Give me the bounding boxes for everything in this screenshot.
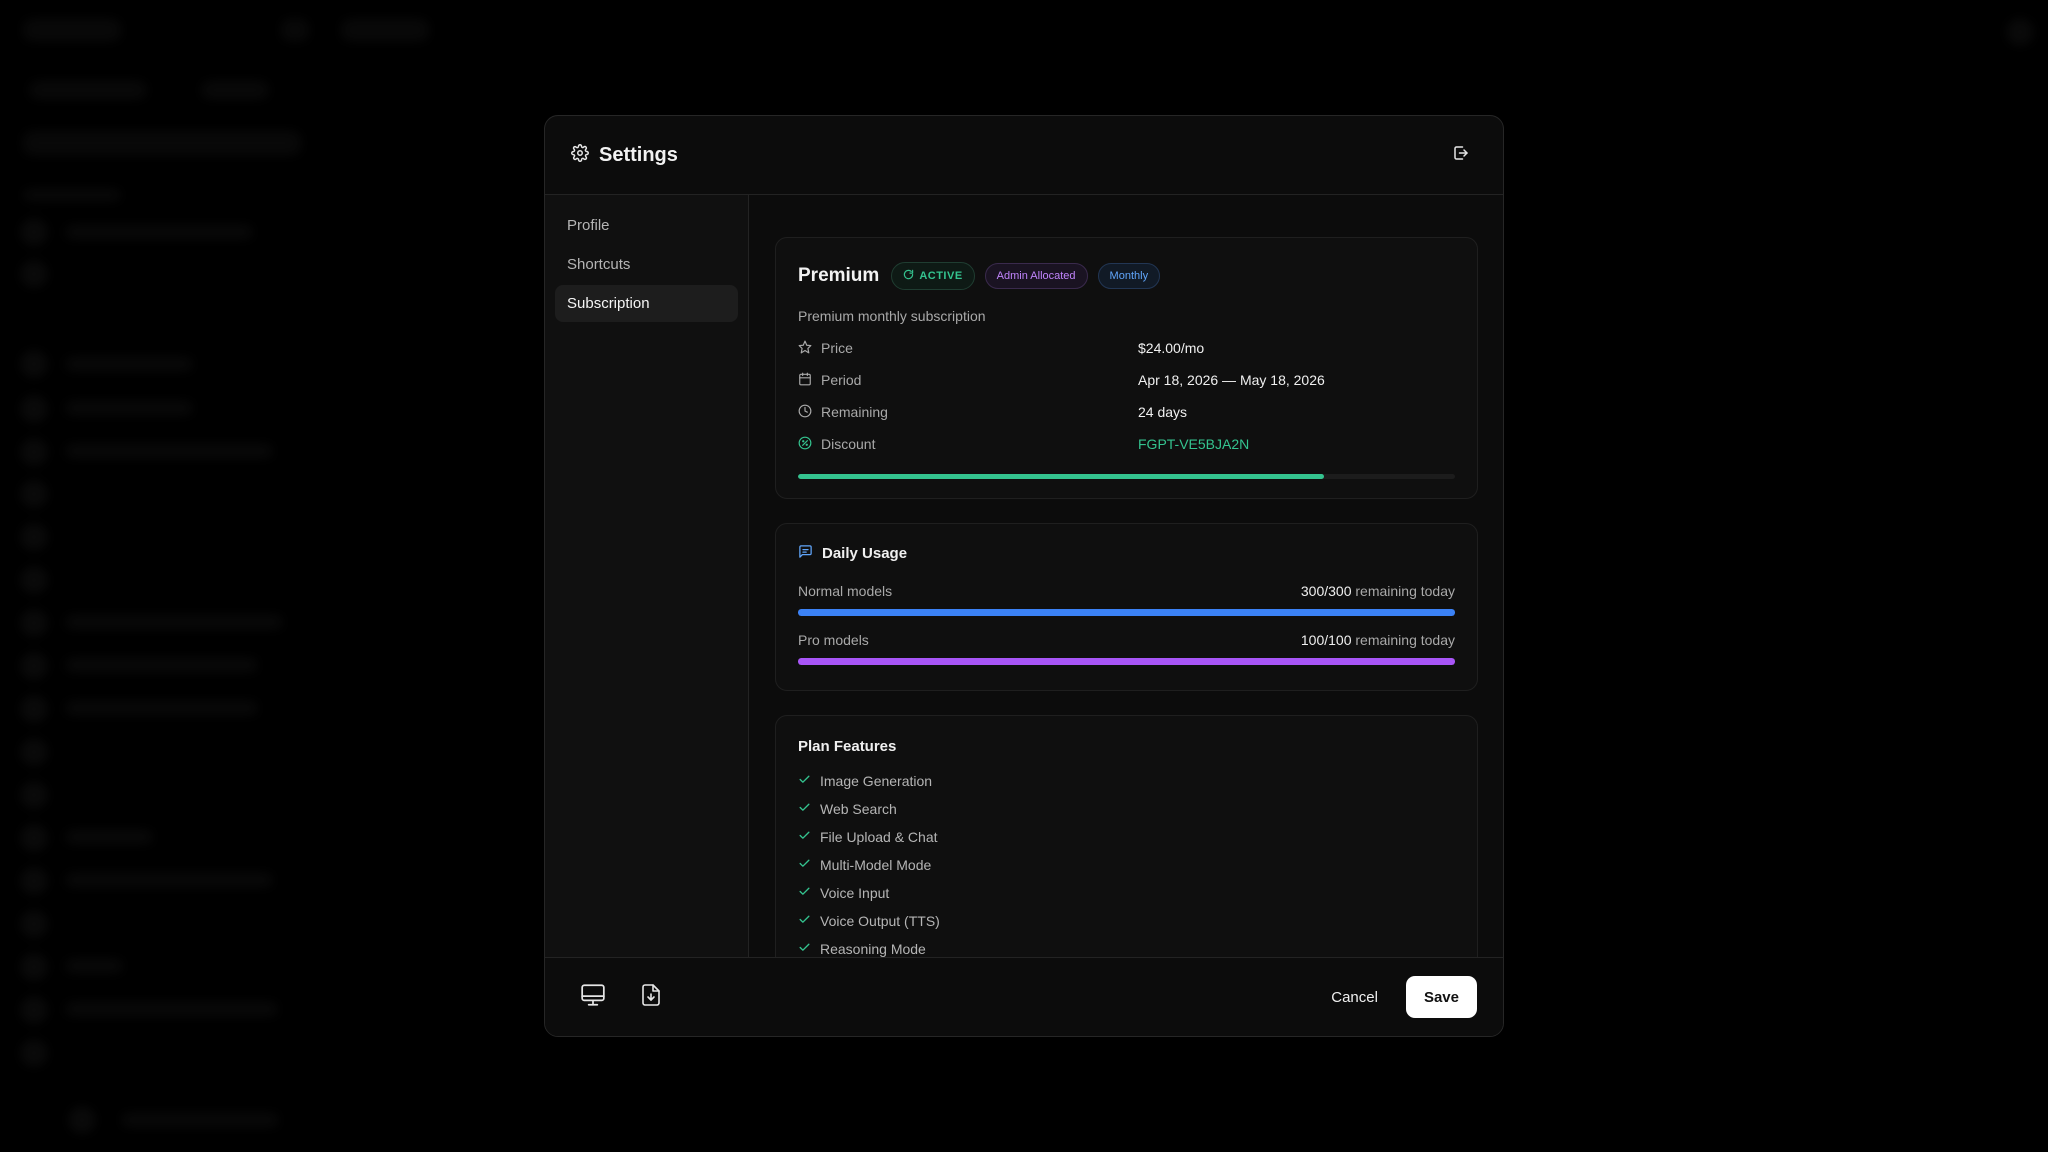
feature-label: File Upload & Chat	[820, 829, 938, 845]
pro-models-count: 100/100	[1300, 632, 1352, 648]
normal-models-count: 300/300	[1300, 583, 1352, 599]
period-label: Period	[821, 372, 862, 388]
pro-models-row: Pro models 100/100 remaining today	[798, 632, 1455, 648]
display-settings-button[interactable]	[577, 981, 609, 1013]
pro-models-track	[798, 658, 1455, 665]
chat-icon	[798, 544, 813, 563]
save-button[interactable]: Save	[1405, 976, 1477, 1018]
check-icon	[798, 941, 811, 957]
monitor-icon	[580, 982, 606, 1013]
price-label-wrap: Price	[798, 340, 1138, 357]
settings-modal: Settings Profile Shortcuts Subscription …	[544, 115, 1504, 1037]
price-value: $24.00/mo	[1138, 340, 1205, 356]
check-icon	[798, 829, 811, 845]
normal-models-bar	[798, 609, 1455, 616]
clock-icon	[798, 404, 812, 421]
modal-footer: Cancel Save	[545, 957, 1503, 1036]
feature-item: Voice Output (TTS)	[798, 907, 1455, 935]
discount-icon	[798, 436, 812, 453]
settings-sidebar: Profile Shortcuts Subscription	[545, 195, 749, 958]
plan-features-title: Plan Features	[798, 738, 897, 755]
remaining-label-wrap: Remaining	[798, 404, 1138, 421]
plan-card: Premium ACTIVE Admin Allocated Monthly P…	[775, 237, 1478, 499]
feature-label: Reasoning Mode	[820, 941, 926, 957]
daily-usage-card: Daily Usage Normal models 300/300 remain…	[775, 523, 1478, 691]
logout-icon	[1452, 144, 1470, 167]
normal-models-value: 300/300 remaining today	[1301, 583, 1455, 599]
discount-label-wrap: Discount	[798, 436, 1138, 453]
feature-item: File Upload & Chat	[798, 823, 1455, 851]
modal-title: Settings	[599, 143, 678, 166]
cancel-button[interactable]: Cancel	[1327, 981, 1382, 1014]
plan-name: Premium	[798, 265, 880, 286]
pro-models-value: 100/100 remaining today	[1301, 632, 1455, 648]
allocation-badge: Admin Allocated	[984, 263, 1088, 289]
daily-usage-header: Daily Usage	[798, 544, 1455, 563]
normal-models-row: Normal models 300/300 remaining today	[798, 583, 1455, 599]
status-badge-label: ACTIVE	[919, 270, 963, 282]
normal-models-suffix: remaining today	[1355, 583, 1455, 599]
daily-usage-title: Daily Usage	[822, 545, 908, 562]
normal-models-label: Normal models	[798, 583, 893, 599]
check-icon	[798, 913, 811, 929]
period-progress-track	[798, 474, 1455, 479]
remaining-value: 24 days	[1138, 404, 1188, 420]
check-icon	[798, 857, 811, 873]
sidebar-item-profile[interactable]: Profile	[555, 207, 738, 244]
gear-icon	[571, 143, 589, 167]
period-label-wrap: Period	[798, 372, 1138, 389]
billing-badge: Monthly	[1097, 263, 1161, 289]
feature-item: Web Search	[798, 795, 1455, 823]
sidebar-item-subscription[interactable]: Subscription	[555, 285, 738, 322]
status-badge: ACTIVE	[891, 262, 975, 290]
feature-label: Voice Output (TTS)	[820, 913, 940, 929]
discount-row: Discount FGPT-VE5BJA2N	[798, 428, 1455, 460]
discount-code: FGPT-VE5BJA2N	[1138, 436, 1250, 452]
footer-actions: Cancel Save	[1327, 976, 1477, 1018]
feature-item: Voice Input	[798, 879, 1455, 907]
price-row: Price $24.00/mo	[798, 332, 1455, 364]
modal-header: Settings	[545, 116, 1503, 195]
period-progress-fill	[798, 474, 1324, 479]
discount-label: Discount	[821, 436, 876, 452]
feature-item: Multi-Model Mode	[798, 851, 1455, 879]
plan-details: Price $24.00/mo Period Apr 18, 2026 — Ma…	[798, 332, 1455, 460]
period-value: Apr 18, 2026 — May 18, 2026	[1138, 372, 1325, 388]
feature-item: Image Generation	[798, 767, 1455, 795]
file-download-icon	[639, 982, 663, 1013]
plan-description: Premium monthly subscription	[798, 308, 986, 324]
logout-button[interactable]	[1445, 139, 1477, 171]
remaining-label: Remaining	[821, 404, 888, 420]
footer-tools	[577, 981, 667, 1013]
plan-header: Premium ACTIVE Admin Allocated Monthly	[798, 262, 1455, 290]
star-icon	[798, 340, 812, 357]
price-label: Price	[821, 340, 853, 356]
plan-features-card: Plan Features Image Generation Web Search…	[775, 715, 1478, 958]
feature-label: Multi-Model Mode	[820, 857, 932, 873]
refresh-icon	[903, 269, 914, 283]
period-row: Period Apr 18, 2026 — May 18, 2026	[798, 364, 1455, 396]
remaining-row: Remaining 24 days	[798, 396, 1455, 428]
check-icon	[798, 773, 811, 789]
feature-label: Web Search	[820, 801, 897, 817]
check-icon	[798, 801, 811, 817]
feature-item: Reasoning Mode	[798, 935, 1455, 958]
sidebar-item-shortcuts[interactable]: Shortcuts	[555, 246, 738, 283]
check-icon	[798, 885, 811, 901]
feature-label: Image Generation	[820, 773, 933, 789]
normal-models-track	[798, 609, 1455, 616]
pro-models-label: Pro models	[798, 632, 869, 648]
title-wrap: Settings	[571, 144, 678, 167]
pro-models-suffix: remaining today	[1355, 632, 1455, 648]
subscription-content: Premium ACTIVE Admin Allocated Monthly P…	[749, 195, 1503, 958]
modal-body: Profile Shortcuts Subscription Premium A…	[545, 195, 1503, 958]
feature-list: Image Generation Web Search File Upload & …	[798, 767, 1455, 958]
calendar-icon	[798, 372, 812, 389]
pro-models-bar	[798, 658, 1455, 665]
export-button[interactable]	[635, 981, 667, 1013]
feature-label: Voice Input	[820, 885, 890, 901]
